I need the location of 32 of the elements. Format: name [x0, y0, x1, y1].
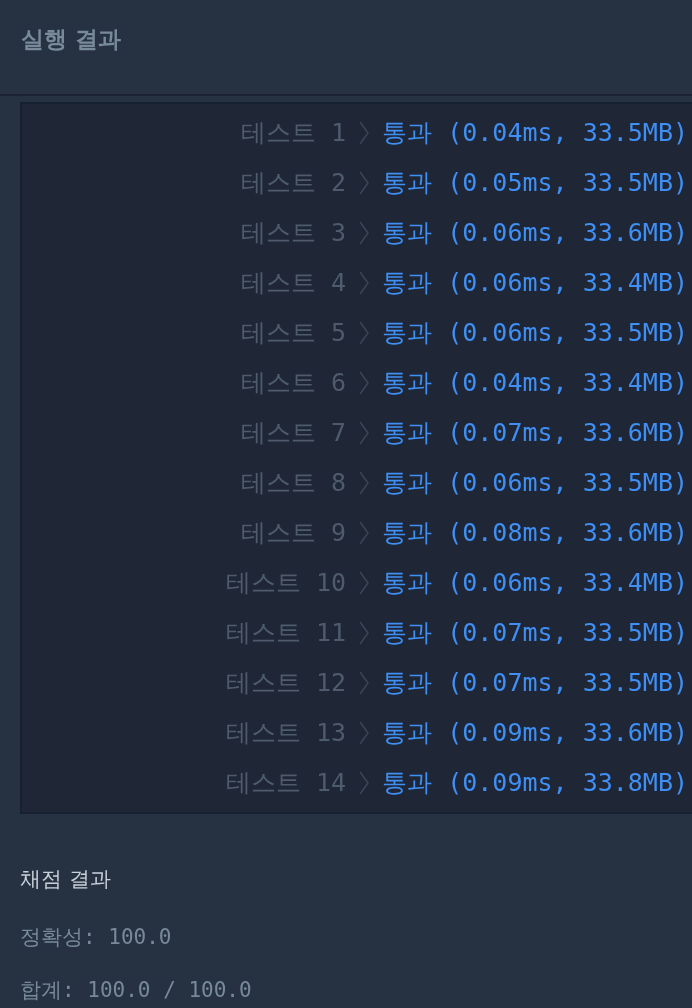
score-line: 정확성: 100.0: [20, 923, 172, 951]
chevron-right-icon: [358, 470, 371, 496]
chevron-right-icon: [358, 720, 371, 746]
chevron-right-icon: [358, 670, 371, 696]
test-result: 통과 (0.06ms, 33.4MB): [382, 567, 688, 600]
chevron-right-icon: [358, 620, 371, 646]
chevron-right-icon: [358, 170, 371, 196]
test-result: 통과 (0.08ms, 33.6MB): [382, 517, 688, 550]
test-result: 통과 (0.09ms, 33.8MB): [382, 767, 688, 800]
chevron-right-icon: [358, 220, 371, 246]
test-result: 통과 (0.05ms, 33.5MB): [382, 167, 688, 200]
chevron-right-icon: [358, 320, 371, 346]
test-result: 통과 (0.06ms, 33.5MB): [382, 467, 688, 500]
test-result: 통과 (0.07ms, 33.5MB): [382, 667, 688, 700]
chevron-right-icon: [358, 420, 371, 446]
score-line: 합계: 100.0 / 100.0: [20, 977, 252, 1004]
section-title: 채점 결과: [20, 866, 111, 893]
test-result: 통과 (0.07ms, 33.6MB): [382, 417, 688, 450]
test-result: 통과 (0.06ms, 33.5MB): [382, 317, 688, 350]
test-result: 통과 (0.09ms, 33.6MB): [382, 717, 688, 750]
section-title: 실행 결과: [21, 25, 121, 54]
chevron-right-icon: [358, 120, 371, 146]
chevron-right-icon: [358, 570, 371, 596]
test-result: 통과 (0.04ms, 33.5MB): [382, 117, 688, 150]
test-result: 통과 (0.07ms, 33.5MB): [382, 617, 688, 650]
test-result: 통과 (0.04ms, 33.4MB): [382, 367, 688, 400]
test-result: 통과 (0.06ms, 33.6MB): [382, 217, 688, 250]
chevron-right-icon: [358, 770, 371, 796]
test-result: 통과 (0.06ms, 33.4MB): [382, 267, 688, 300]
chevron-right-icon: [358, 270, 371, 296]
chevron-right-icon: [358, 520, 371, 546]
chevron-right-icon: [358, 370, 371, 396]
